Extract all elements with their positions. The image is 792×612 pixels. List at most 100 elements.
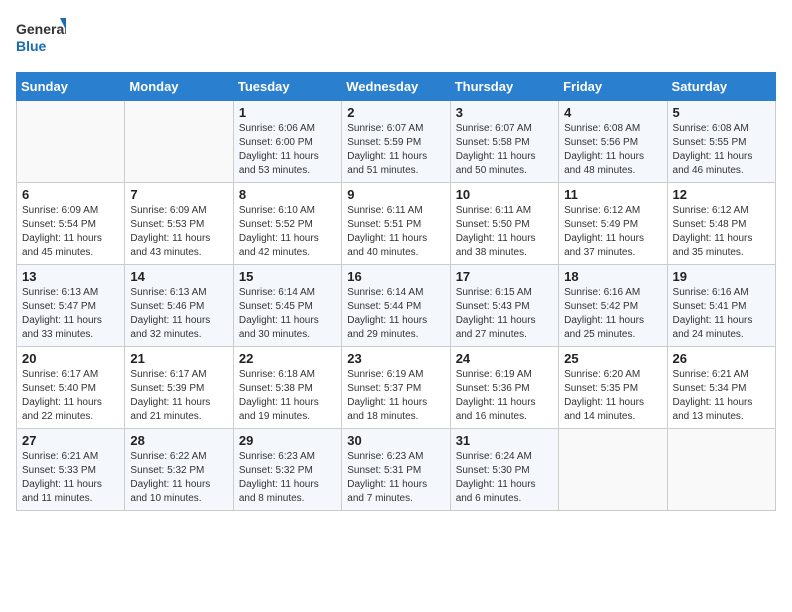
day-number: 3 [456, 105, 553, 120]
calendar-cell: 20 Sunrise: 6:17 AM Sunset: 5:40 PM Dayli… [17, 347, 125, 429]
day-info: Sunrise: 6:07 AM Sunset: 5:59 PM Dayligh… [347, 122, 444, 178]
day-info: Sunrise: 6:24 AM Sunset: 5:30 PM Dayligh… [456, 450, 553, 506]
calendar-cell [17, 101, 125, 183]
calendar-cell: 10Sunrise: 6:11 AM Sunset: 5:50 PM Dayli… [450, 183, 558, 265]
day-info: Sunrise: 6:08 AM Sunset: 5:56 PM Dayligh… [564, 122, 661, 178]
calendar-cell: 31 Sunrise: 6:24 AM Sunset: 5:30 PM Dayli… [450, 429, 558, 511]
calendar-body: 1 Sunrise: 6:06 AM Sunset: 6:00 PM Daylig… [17, 101, 776, 511]
calendar-cell: 29 Sunrise: 6:23 AM Sunset: 5:32 PM Dayli… [233, 429, 341, 511]
day-number: 23 [347, 351, 444, 366]
day-info: Sunrise: 6:12 AM Sunset: 5:49 PM Dayligh… [564, 204, 661, 260]
day-of-week-header: Monday [125, 73, 233, 101]
calendar-week-row: 6 Sunrise: 6:09 AM Sunset: 5:54 PM Daylig… [17, 183, 776, 265]
day-number: 5 [673, 105, 770, 120]
calendar-week-row: 20 Sunrise: 6:17 AM Sunset: 5:40 PM Dayli… [17, 347, 776, 429]
calendar-cell: 21Sunrise: 6:17 AM Sunset: 5:39 PM Dayli… [125, 347, 233, 429]
day-number: 22 [239, 351, 336, 366]
day-info: Sunrise: 6:17 AM Sunset: 5:40 PM Dayligh… [22, 368, 119, 424]
day-info: Sunrise: 6:20 AM Sunset: 5:35 PM Dayligh… [564, 368, 661, 424]
day-number: 20 [22, 351, 119, 366]
day-number: 27 [22, 433, 119, 448]
day-number: 19 [673, 269, 770, 284]
calendar-cell [559, 429, 667, 511]
logo-icon: General Blue [16, 16, 66, 60]
calendar-cell: 2Sunrise: 6:07 AM Sunset: 5:59 PM Daylig… [342, 101, 450, 183]
day-info: Sunrise: 6:23 AM Sunset: 5:31 PM Dayligh… [347, 450, 444, 506]
day-of-week-header: Tuesday [233, 73, 341, 101]
day-number: 24 [456, 351, 553, 366]
day-number: 4 [564, 105, 661, 120]
day-number: 28 [130, 433, 227, 448]
day-info: Sunrise: 6:18 AM Sunset: 5:38 PM Dayligh… [239, 368, 336, 424]
day-info: Sunrise: 6:09 AM Sunset: 5:54 PM Dayligh… [22, 204, 119, 260]
calendar-week-row: 13 Sunrise: 6:13 AM Sunset: 5:47 PM Dayli… [17, 265, 776, 347]
calendar-cell: 16Sunrise: 6:14 AM Sunset: 5:44 PM Dayli… [342, 265, 450, 347]
day-number: 25 [564, 351, 661, 366]
day-number: 6 [22, 187, 119, 202]
day-number: 31 [456, 433, 553, 448]
svg-text:Blue: Blue [16, 38, 47, 54]
day-info: Sunrise: 6:14 AM Sunset: 5:45 PM Dayligh… [239, 286, 336, 342]
day-number: 30 [347, 433, 444, 448]
calendar-cell: 22 Sunrise: 6:18 AM Sunset: 5:38 PM Dayli… [233, 347, 341, 429]
calendar-cell: 5 Sunrise: 6:08 AM Sunset: 5:55 PM Daylig… [667, 101, 775, 183]
calendar-cell: 27 Sunrise: 6:21 AM Sunset: 5:33 PM Dayli… [17, 429, 125, 511]
calendar-cell: 26 Sunrise: 6:21 AM Sunset: 5:34 PM Dayli… [667, 347, 775, 429]
calendar-week-row: 1 Sunrise: 6:06 AM Sunset: 6:00 PM Daylig… [17, 101, 776, 183]
day-number: 8 [239, 187, 336, 202]
day-info: Sunrise: 6:12 AM Sunset: 5:48 PM Dayligh… [673, 204, 770, 260]
calendar-cell: 13 Sunrise: 6:13 AM Sunset: 5:47 PM Dayli… [17, 265, 125, 347]
day-info: Sunrise: 6:15 AM Sunset: 5:43 PM Dayligh… [456, 286, 553, 342]
day-number: 17 [456, 269, 553, 284]
day-number: 1 [239, 105, 336, 120]
day-info: Sunrise: 6:13 AM Sunset: 5:47 PM Dayligh… [22, 286, 119, 342]
calendar-cell: 11 Sunrise: 6:12 AM Sunset: 5:49 PM Dayli… [559, 183, 667, 265]
calendar-cell: 8 Sunrise: 6:10 AM Sunset: 5:52 PM Daylig… [233, 183, 341, 265]
day-number: 10 [456, 187, 553, 202]
day-info: Sunrise: 6:17 AM Sunset: 5:39 PM Dayligh… [130, 368, 227, 424]
day-number: 7 [130, 187, 227, 202]
calendar-cell [667, 429, 775, 511]
day-info: Sunrise: 6:23 AM Sunset: 5:32 PM Dayligh… [239, 450, 336, 506]
day-of-week-header: Friday [559, 73, 667, 101]
calendar-cell: 14Sunrise: 6:13 AM Sunset: 5:46 PM Dayli… [125, 265, 233, 347]
day-number: 13 [22, 269, 119, 284]
day-of-week-header: Thursday [450, 73, 558, 101]
day-info: Sunrise: 6:22 AM Sunset: 5:32 PM Dayligh… [130, 450, 227, 506]
day-info: Sunrise: 6:06 AM Sunset: 6:00 PM Dayligh… [239, 122, 336, 178]
day-number: 26 [673, 351, 770, 366]
day-info: Sunrise: 6:08 AM Sunset: 5:55 PM Dayligh… [673, 122, 770, 178]
day-number: 18 [564, 269, 661, 284]
page-header: General Blue [16, 16, 776, 60]
day-info: Sunrise: 6:09 AM Sunset: 5:53 PM Dayligh… [130, 204, 227, 260]
calendar-cell: 19Sunrise: 6:16 AM Sunset: 5:41 PM Dayli… [667, 265, 775, 347]
calendar-cell: 30 Sunrise: 6:23 AM Sunset: 5:31 PM Dayli… [342, 429, 450, 511]
day-info: Sunrise: 6:16 AM Sunset: 5:42 PM Dayligh… [564, 286, 661, 342]
day-number: 11 [564, 187, 661, 202]
day-of-week-header: Saturday [667, 73, 775, 101]
day-info: Sunrise: 6:14 AM Sunset: 5:44 PM Dayligh… [347, 286, 444, 342]
day-number: 15 [239, 269, 336, 284]
day-info: Sunrise: 6:11 AM Sunset: 5:51 PM Dayligh… [347, 204, 444, 260]
day-info: Sunrise: 6:19 AM Sunset: 5:37 PM Dayligh… [347, 368, 444, 424]
day-number: 9 [347, 187, 444, 202]
calendar-cell: 24 Sunrise: 6:19 AM Sunset: 5:36 PM Dayli… [450, 347, 558, 429]
day-info: Sunrise: 6:10 AM Sunset: 5:52 PM Dayligh… [239, 204, 336, 260]
calendar-table: SundayMondayTuesdayWednesdayThursdayFrid… [16, 72, 776, 511]
calendar-cell: 4 Sunrise: 6:08 AM Sunset: 5:56 PM Daylig… [559, 101, 667, 183]
calendar-cell: 1 Sunrise: 6:06 AM Sunset: 6:00 PM Daylig… [233, 101, 341, 183]
calendar-cell: 3 Sunrise: 6:07 AM Sunset: 5:58 PM Daylig… [450, 101, 558, 183]
calendar-cell: 6 Sunrise: 6:09 AM Sunset: 5:54 PM Daylig… [17, 183, 125, 265]
day-info: Sunrise: 6:19 AM Sunset: 5:36 PM Dayligh… [456, 368, 553, 424]
day-info: Sunrise: 6:07 AM Sunset: 5:58 PM Dayligh… [456, 122, 553, 178]
logo: General Blue [16, 16, 66, 60]
day-number: 12 [673, 187, 770, 202]
calendar-cell: 15 Sunrise: 6:14 AM Sunset: 5:45 PM Dayli… [233, 265, 341, 347]
day-info: Sunrise: 6:21 AM Sunset: 5:34 PM Dayligh… [673, 368, 770, 424]
calendar-cell [125, 101, 233, 183]
calendar-cell: 25 Sunrise: 6:20 AM Sunset: 5:35 PM Dayli… [559, 347, 667, 429]
calendar-cell: 7 Sunrise: 6:09 AM Sunset: 5:53 PM Daylig… [125, 183, 233, 265]
day-number: 29 [239, 433, 336, 448]
day-number: 14 [130, 269, 227, 284]
day-info: Sunrise: 6:21 AM Sunset: 5:33 PM Dayligh… [22, 450, 119, 506]
